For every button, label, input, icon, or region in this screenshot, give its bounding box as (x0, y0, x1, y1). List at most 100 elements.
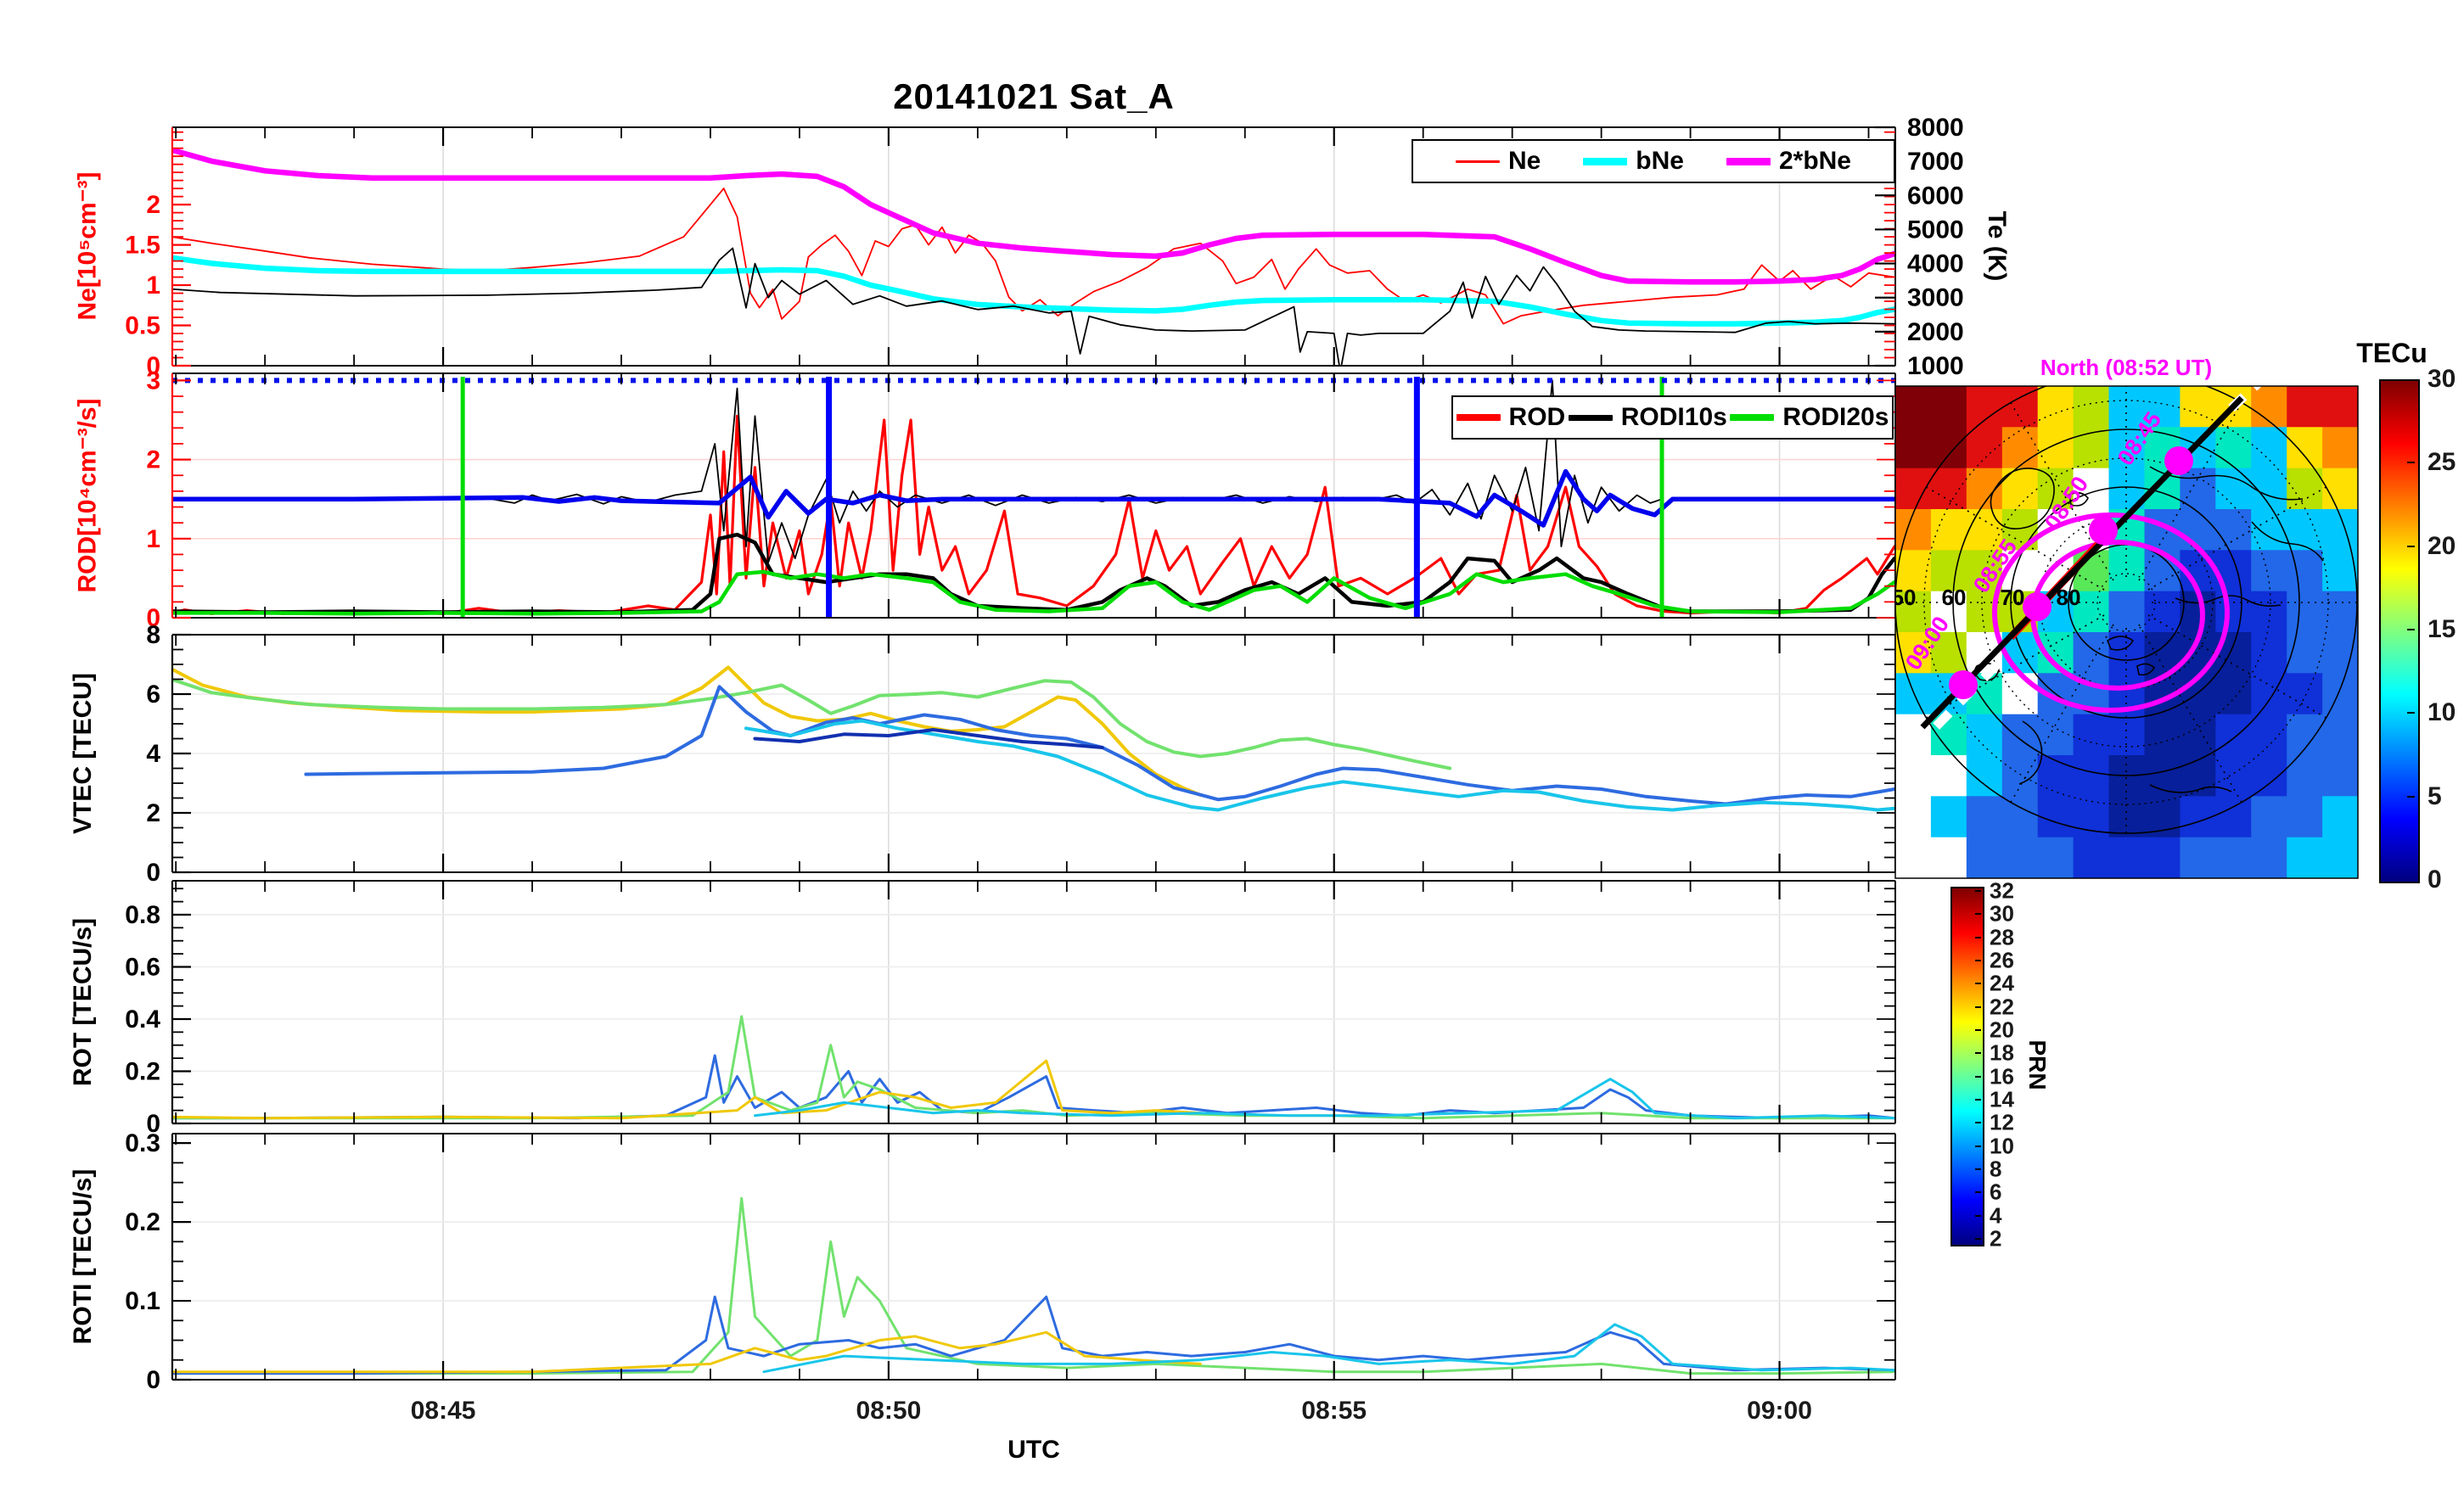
tec-cell (2215, 714, 2252, 756)
tecu-tick-mark (2407, 545, 2415, 547)
y-tick-label: 0.2 (125, 1057, 160, 1085)
tec-cell (2180, 386, 2216, 428)
y-tick-label: 3 (146, 367, 160, 395)
tec-cell (2287, 427, 2323, 469)
tec-cell (1966, 837, 2003, 878)
tec-cell (2251, 550, 2287, 592)
ne-legend: Ne bNe 2*bNe (1412, 139, 1895, 183)
tec-cell (1895, 837, 1932, 878)
tec-cell (1895, 386, 1932, 428)
tec-map: 08:4508:5008:5509:0050 60 70 80 (1894, 385, 2359, 879)
tec-cell (2287, 550, 2323, 592)
tec-cell (2001, 673, 2039, 715)
panel-vtec: 0 2 4 6 8 (146, 621, 1896, 887)
prn-tick-mark (1975, 1052, 1981, 1055)
y-tick-label: 0.4 (125, 1005, 160, 1033)
tec-cell (2251, 632, 2287, 674)
series-group (172, 665, 1895, 812)
tec-cell (2073, 755, 2110, 797)
tec-cell (2287, 796, 2323, 838)
legend-label: ROD (1508, 403, 1566, 431)
tecu-tick-label: 30 (2428, 365, 2456, 393)
prn-tick-label: 4 (1990, 1202, 2002, 1229)
track-time-dot (1949, 670, 1978, 699)
tecu-tick-label: 5 (2428, 781, 2442, 810)
tec-cell (2001, 427, 2039, 469)
prn-tick-mark (1975, 983, 1981, 985)
y-tick-label: 2 (146, 799, 160, 827)
tec-cell (2322, 427, 2358, 469)
prn-tick-mark (1975, 1099, 1981, 1101)
x-tick-label: 08:55 (1301, 1397, 1367, 1425)
tec-cell (2001, 714, 2039, 756)
tec-cell (2215, 673, 2252, 715)
y-tick-label: 8 (146, 621, 160, 649)
tec-cell (1930, 837, 1967, 878)
tec-cell (2073, 632, 2110, 674)
tec-cell (2108, 837, 2146, 878)
tec-cell (2251, 509, 2287, 551)
y-tick-label: 0 (146, 859, 160, 887)
prn-tick-mark (1975, 1214, 1981, 1217)
tec-cell (1930, 427, 1967, 469)
tec-cell (2037, 755, 2074, 797)
tec-cell (2144, 837, 2181, 878)
tec-cell (2251, 837, 2287, 878)
tec-cell (2215, 509, 2252, 551)
tecu-tick-label: 20 (2428, 531, 2456, 560)
te-tick-label: 5000 (1907, 216, 1964, 244)
legend-line-sample (1730, 414, 1775, 421)
legend-label: Ne (1507, 147, 1541, 175)
tec-cell (2215, 427, 2252, 469)
map-lat-label: 60 (1942, 585, 1967, 610)
y-tick-label: 0 (146, 1366, 160, 1394)
series-ne-Ne (172, 188, 1895, 325)
legend-item: ROD (1456, 403, 1566, 432)
tec-map-content: 08:4508:5008:5509:0050 60 70 80 (1895, 386, 2358, 878)
series-rod-flag-line (172, 468, 1895, 528)
y-tick-label: 0.2 (125, 1208, 160, 1236)
tec-cell (2108, 591, 2146, 633)
tec-cell (2215, 755, 2252, 797)
tec-cell (1966, 386, 2003, 428)
tec-map-title: North (08:52 UT) (2040, 355, 2213, 380)
tec-cell (2001, 796, 2039, 838)
tec-cell (1966, 755, 2003, 797)
series-vtec-PRN20 (172, 665, 1203, 797)
track-time-dot (2023, 592, 2051, 621)
x-tick-label: 08:50 (856, 1397, 922, 1425)
tec-cell (1930, 386, 1967, 428)
tec-cell (2287, 837, 2323, 878)
series-roti-PRN16 (172, 1196, 1895, 1375)
tecu-tick-mark (2407, 462, 2415, 464)
tec-cell (2037, 796, 2074, 838)
y-tick-label: 6 (146, 681, 160, 709)
tec-cell (2287, 755, 2323, 797)
tec-cell (2073, 386, 2110, 428)
tecu-tick-label: 0 (2428, 865, 2442, 893)
prn-tick-label: 28 (1990, 924, 2014, 950)
tec-cell (2322, 673, 2358, 715)
tec-cell (2001, 837, 2039, 878)
legend-item: RODI10s (1568, 403, 1727, 432)
tec-cell (1895, 468, 1932, 510)
tec-cell (2322, 591, 2358, 633)
tecu-tick-mark (2407, 629, 2415, 630)
prn-tick-mark (1975, 890, 1981, 892)
tec-cell (2073, 796, 2110, 838)
series-roti-PRN12 (762, 1323, 1895, 1374)
prn-colorbar-label: PRN (2024, 1039, 2051, 1090)
y-tick-label: 0.8 (125, 901, 160, 929)
track-time-dot (2164, 446, 2193, 475)
map-lat-label: 70 (2001, 585, 2025, 610)
tec-cell (2180, 837, 2216, 878)
te-tick-label: 6000 (1907, 182, 1964, 210)
tec-cell (1930, 509, 1967, 551)
tec-cell (2322, 796, 2358, 838)
y-tick-label: 1 (146, 525, 160, 553)
tec-cell (2144, 714, 2181, 756)
prn-tick-mark (1975, 1238, 1981, 1240)
tec-cell (2322, 386, 2358, 428)
tec-cell (2215, 796, 2252, 838)
tec-cell (2037, 427, 2074, 469)
